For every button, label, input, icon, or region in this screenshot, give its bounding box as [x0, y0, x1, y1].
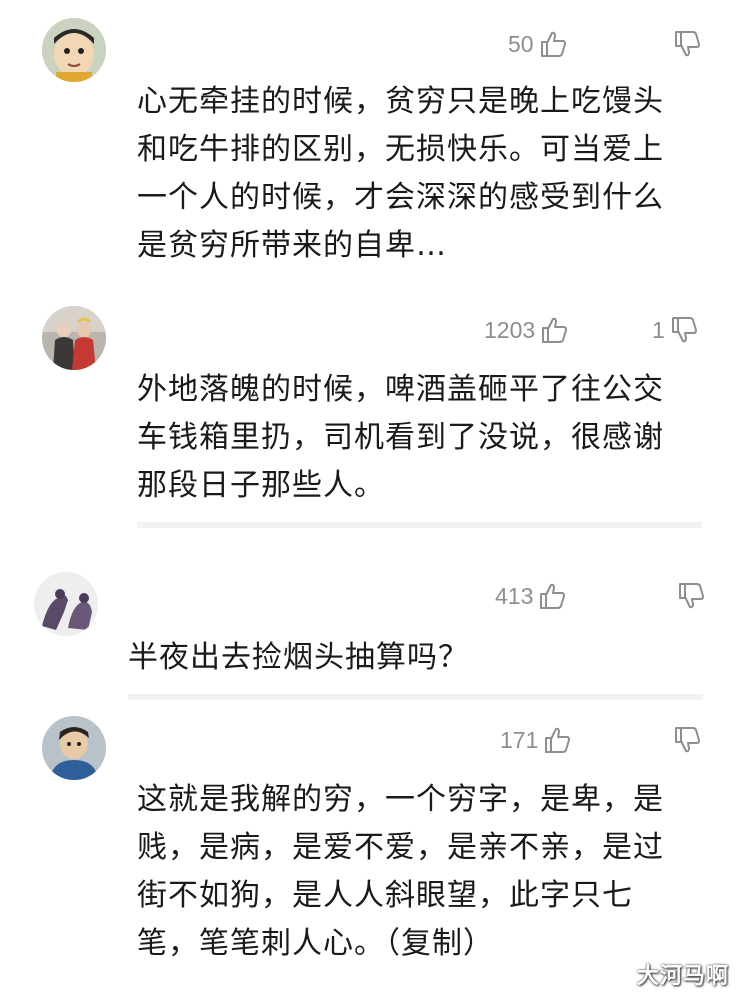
dislike-button[interactable] [668, 24, 702, 64]
avatar[interactable] [42, 306, 106, 370]
like-count: 50 [508, 30, 534, 57]
comment-line: 是贫穷所带来的自卑… [137, 228, 447, 263]
comment-item: 1203 1 外地落魄的时候，啤酒盖砸平了往公交 车钱箱里扔，司机看到了没说，很… [0, 290, 741, 535]
comment-line: 车钱箱里扔，司机看到了没说，很感谢 [137, 420, 664, 455]
comment-line: 一个人的时候，才会深深的感受到什么 [137, 180, 664, 215]
comment-text: 半夜出去捡烟头抽算吗？ [128, 634, 469, 682]
dislike-count: 1 [652, 316, 665, 343]
thumbs-down-icon [669, 315, 699, 345]
like-count: 413 [495, 582, 534, 609]
dislike-button[interactable] [672, 576, 706, 616]
comment-line: 这就是我解的穷，一个穷字，是卑，是 [137, 782, 664, 817]
comment-line: 街不如狗，是人人斜眼望，此字只七 [137, 878, 633, 913]
avatar[interactable] [42, 18, 106, 82]
divider [137, 522, 702, 528]
divider [128, 694, 703, 700]
thumbs-down-icon [676, 581, 706, 611]
dislike-button[interactable] [668, 720, 702, 760]
comment-text: 这就是我解的穷，一个穷字，是卑，是 贱，是病，是爱不爱，是亲不亲，是过 街不如狗… [137, 776, 664, 968]
watermark: 大河马啊 [636, 964, 729, 989]
comment-line: 贱，是病，是爱不爱，是亲不亲，是过 [137, 830, 664, 865]
like-button[interactable]: 1203 [484, 310, 569, 350]
comment-text: 心无牵挂的时候，贫穷只是晚上吃馒头 和吃牛排的区别，无损快乐。可当爱上 一个人的… [137, 78, 664, 270]
thumbs-up-icon [542, 725, 572, 755]
comment-line: 外地落魄的时候，啤酒盖砸平了往公交 [137, 372, 664, 407]
dislike-button[interactable]: 1 [652, 310, 699, 350]
comment-item: 413 半夜出去捡烟头抽算吗？ [0, 562, 741, 702]
like-button[interactable]: 171 [500, 720, 572, 760]
thumbs-up-icon [537, 581, 567, 611]
avatar[interactable] [42, 716, 106, 780]
comment-line: 半夜出去捡烟头抽算吗？ [128, 640, 469, 675]
like-button[interactable]: 50 [508, 24, 568, 64]
avatar-image [34, 572, 98, 636]
like-button[interactable]: 413 [495, 576, 567, 616]
thumbs-down-icon [672, 29, 702, 59]
comment-text: 外地落魄的时候，啤酒盖砸平了往公交 车钱箱里扔，司机看到了没说，很感谢 那段日子… [137, 366, 664, 510]
comment-line: 和吃牛排的区别，无损快乐。可当爱上 [137, 132, 664, 167]
like-count: 1203 [484, 316, 536, 343]
comment-line: 笔，笔笔刺人心。（复制） [137, 926, 494, 961]
avatar-image [42, 18, 106, 82]
avatar-image [42, 306, 106, 370]
thumbs-down-icon [672, 725, 702, 755]
comment-line: 那段日子那些人。 [137, 468, 385, 503]
thumbs-up-icon [538, 29, 568, 59]
avatar[interactable] [34, 572, 98, 636]
comment-item: 171 这就是我解的穷，一个穷字，是卑，是 贱，是病，是爱不爱，是亲不亲，是过 … [0, 702, 741, 1000]
comment-item: 50 心无牵挂的时候，贫穷只是晚上吃馒头 和吃牛排的区别，无损快乐。可当爱上 一… [0, 0, 741, 290]
comment-line: 心无牵挂的时候，贫穷只是晚上吃馒头 [137, 84, 664, 119]
thumbs-up-icon [539, 315, 569, 345]
avatar-image [42, 716, 106, 780]
like-count: 171 [500, 726, 539, 753]
